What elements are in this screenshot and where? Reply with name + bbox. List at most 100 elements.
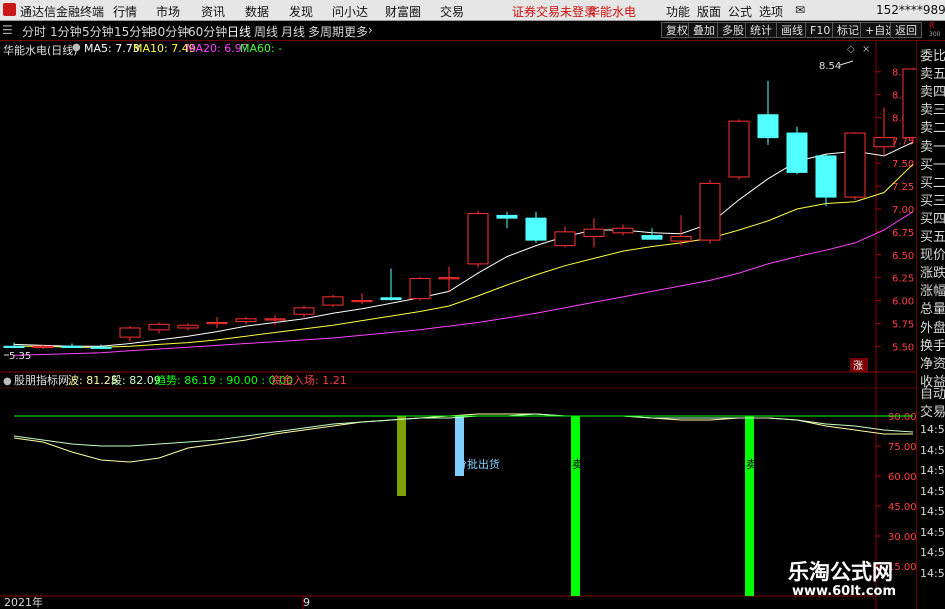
side-panel-item[interactable]: 卖一 <box>920 136 945 155</box>
side-panel-item[interactable]: 自动 <box>920 383 945 402</box>
price-tick-label: 7.00 <box>892 205 914 216</box>
candle <box>3 342 25 349</box>
candle <box>119 326 141 342</box>
candle <box>380 268 402 301</box>
candle-body <box>61 345 83 348</box>
indicator-menu-icon[interactable]: ● <box>3 376 12 387</box>
candle-body <box>119 327 141 338</box>
price-tick-label: 5.50 <box>892 342 914 353</box>
candle <box>235 316 257 325</box>
candle-body <box>235 318 257 323</box>
candle-body <box>409 278 431 300</box>
candle-body <box>728 120 750 178</box>
side-panel-item[interactable]: 14:56 <box>920 464 945 477</box>
side-panel-item[interactable]: 14:56 <box>920 444 945 457</box>
close-chart-icon[interactable]: × <box>862 44 870 55</box>
side-panel-item[interactable]: 14:56 <box>920 526 945 539</box>
candle <box>322 295 344 307</box>
candle-body <box>554 231 576 247</box>
candle <box>148 322 170 334</box>
candle <box>351 293 373 305</box>
side-panel-item[interactable]: 14:56 <box>920 567 945 580</box>
side-panel-item[interactable]: 14:56 <box>920 485 945 498</box>
candle-body <box>699 182 721 241</box>
indicator-duan: 段: 82.09 <box>111 373 161 387</box>
candle-body <box>902 68 916 139</box>
ma-lines <box>13 141 914 356</box>
side-panel-item[interactable]: 买三 <box>920 190 945 209</box>
price-tick-label: 6.50 <box>892 251 914 262</box>
candle <box>467 210 489 268</box>
indicator-fund: 资金入场: 1.21 <box>271 373 347 387</box>
side-panel-item[interactable]: 涨跌 <box>920 262 945 281</box>
candle <box>699 179 721 244</box>
candle-body <box>177 324 199 329</box>
candle-body <box>90 346 112 349</box>
candle-body <box>612 227 634 234</box>
candle-body <box>293 307 315 315</box>
side-panel-item[interactable]: 买五 <box>920 226 945 245</box>
candle <box>612 224 634 236</box>
side-panel-item[interactable]: 卖四 <box>920 81 945 100</box>
ma10-line <box>14 163 914 348</box>
candle-body <box>844 132 866 198</box>
side-panel-item[interactable]: 卖三 <box>920 99 945 118</box>
candle <box>293 306 315 317</box>
side-panel-item[interactable]: 卖二 <box>920 117 945 136</box>
quote-side-panel: 委比 卖五 卖四 卖三 卖二 卖一 买一 买二 买三 买四 买五 现价 涨跌 涨幅 总量 外盘 换手 净资 收益 自动… <box>916 41 945 609</box>
candle-body <box>438 277 460 280</box>
candle <box>554 226 576 248</box>
ma20-line <box>13 211 914 356</box>
side-panel-item[interactable]: 卖五 <box>920 63 945 82</box>
diamond-icon[interactable]: ◇ <box>847 44 855 55</box>
price-tick-label: 6.75 <box>892 228 914 239</box>
candle <box>61 343 83 349</box>
candle <box>438 266 460 292</box>
candle <box>496 211 518 229</box>
candle <box>583 218 605 248</box>
side-panel-item[interactable]: 14:56 <box>920 505 945 518</box>
side-panel-item[interactable]: 涨幅 <box>920 280 945 299</box>
candle <box>902 68 916 144</box>
candle <box>525 211 547 243</box>
candle-body <box>496 214 518 219</box>
side-panel-item[interactable]: 买四 <box>920 208 945 227</box>
price-tick-label: 7.25 <box>892 182 914 193</box>
candle-body <box>351 300 373 303</box>
candle-body <box>786 132 808 173</box>
candle-body <box>757 114 779 139</box>
side-panel-item[interactable]: 买一 <box>920 154 945 173</box>
price-tick-label: 5.75 <box>892 319 914 330</box>
indicator-tick-label: 90.00 <box>888 412 916 423</box>
date-axis-year: 2021年 <box>4 595 43 609</box>
price-tick-label: 6.25 <box>892 274 914 285</box>
side-panel-item[interactable]: 净资 <box>920 353 945 372</box>
candle-body <box>148 323 170 331</box>
side-panel-item[interactable]: 14:56 <box>920 546 945 559</box>
side-panel-item[interactable]: 委比 <box>920 45 945 64</box>
candle-body <box>32 345 54 348</box>
side-panel-item[interactable]: 14:56 <box>920 423 945 436</box>
candle-body <box>670 235 692 242</box>
r-badge: R 300 <box>929 21 941 39</box>
date-axis-month: 9 <box>303 596 310 609</box>
indicator-bar-label: 卖 <box>746 458 757 471</box>
candle-body <box>525 217 547 241</box>
indicator-bar-label: 卖 <box>572 458 583 471</box>
side-panel-item[interactable]: 买二 <box>920 172 945 191</box>
candle-body <box>206 321 228 325</box>
candle <box>641 228 663 240</box>
candle <box>844 132 866 200</box>
side-panel-item[interactable]: 现价 <box>920 244 945 263</box>
side-panel-item[interactable]: 换手 <box>920 335 945 354</box>
candle-body <box>641 235 663 240</box>
side-panel-item[interactable]: 外盘 <box>920 317 945 336</box>
indicator-tick-label: 60.00 <box>888 472 916 483</box>
indicator-tick-label: 45.00 <box>888 502 916 513</box>
watermark-name: 乐淘公式网 <box>788 560 893 584</box>
side-panel-item[interactable]: 总量 <box>920 298 945 317</box>
candle <box>757 80 779 145</box>
indicator-bar <box>571 416 580 596</box>
side-panel-item[interactable]: 交易 <box>920 401 945 420</box>
indicator-name: 股朋指标网 <box>14 373 69 387</box>
